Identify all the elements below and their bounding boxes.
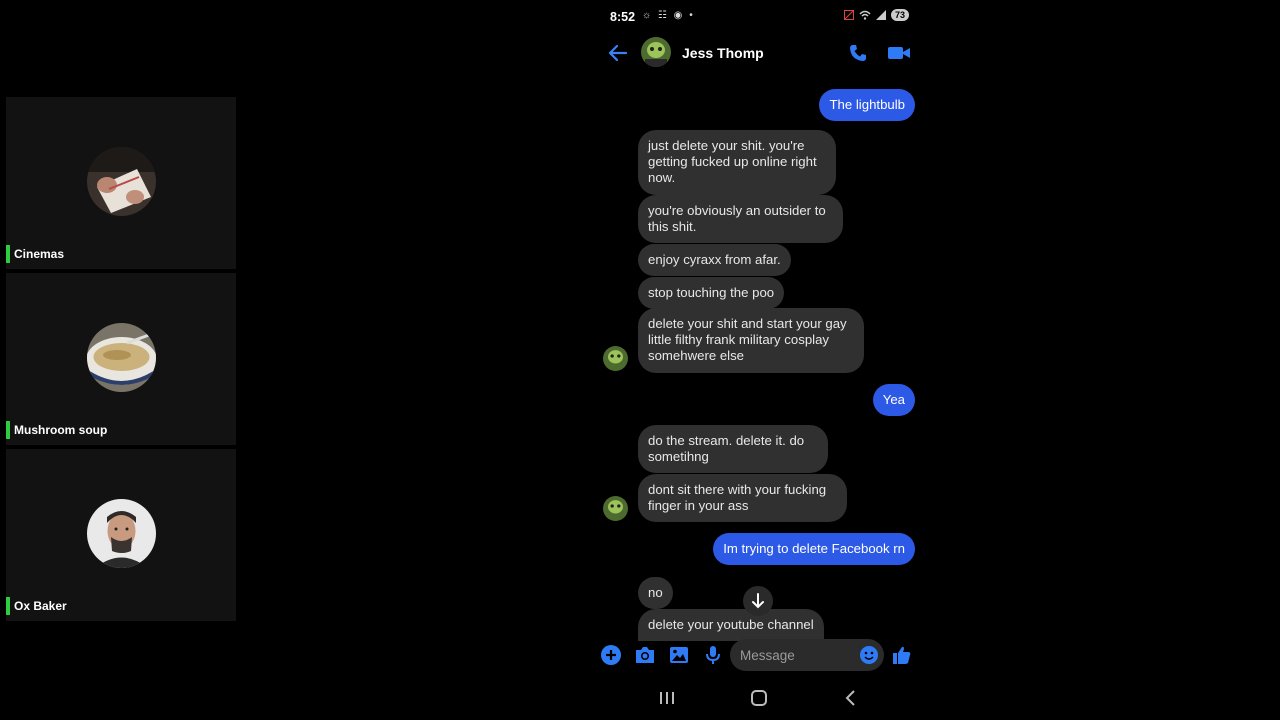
participant-avatar [87, 323, 156, 392]
status-bar: 8:52 ☼ ☷ ◉ • 73 [594, 3, 923, 31]
phone-screen: 8:52 ☼ ☷ ◉ • 73 Jess Thomp The lightbulb… [594, 3, 923, 717]
participant-tile-ox-baker[interactable]: Ox Baker [6, 449, 236, 621]
wifi-icon [859, 10, 871, 20]
participant-avatar [87, 499, 156, 568]
camera-icon[interactable] [634, 644, 656, 666]
gallery-icon[interactable] [668, 644, 690, 666]
recent-apps-icon[interactable] [656, 687, 678, 709]
back-arrow-icon[interactable] [608, 43, 628, 63]
message-bubble-incoming[interactable]: dont sit there with your fucking finger … [638, 474, 847, 523]
message-bubble-incoming[interactable]: you're obviously an outsider to this shi… [638, 195, 843, 244]
participant-name: Cinemas [6, 245, 64, 263]
contact-name[interactable]: Jess Thomp [682, 45, 764, 61]
message-bubble-incoming[interactable]: stop touching the poo [638, 277, 785, 310]
emoji-icon[interactable] [858, 644, 880, 666]
thumbs-up-icon[interactable] [891, 644, 913, 666]
conversation-header: Jess Thomp [594, 33, 923, 77]
video-call-icon[interactable] [887, 44, 911, 62]
message-bubble-incoming[interactable]: enjoy cyraxx from afar. [638, 244, 791, 277]
microphone-icon[interactable] [702, 644, 724, 666]
message-bubble-incoming[interactable]: no [638, 577, 673, 610]
message-bubble-incoming[interactable]: just delete your shit. you're getting fu… [638, 130, 836, 195]
plus-icon[interactable] [600, 644, 622, 666]
participant-avatar [87, 147, 156, 216]
battery-icon: 73 [890, 9, 909, 21]
sender-avatar [603, 346, 628, 371]
status-time: 8:52 [610, 10, 636, 24]
notification-icons: ☼ ☷ ◉ • [642, 10, 695, 21]
participant-tile-cinemas[interactable]: Cinemas [6, 97, 236, 269]
message-bubble-incoming[interactable]: do the stream. delete it. do sometihng [638, 425, 828, 474]
participant-name: Ox Baker [6, 597, 67, 615]
scroll-to-bottom-button[interactable] [743, 586, 773, 616]
signal-icon [875, 10, 886, 20]
message-bubble-outgoing[interactable]: Yea [872, 384, 915, 417]
android-navigation-bar [594, 679, 923, 717]
message-bubble-outgoing[interactable]: Im trying to delete Facebook rn [713, 533, 915, 566]
contact-avatar[interactable] [641, 37, 671, 67]
back-icon[interactable] [840, 687, 862, 709]
participant-tile-mushroom-soup[interactable]: Mushroom soup [6, 273, 236, 445]
message-bubble-outgoing[interactable]: The lightbulb [819, 89, 915, 122]
cast-icon [843, 10, 854, 20]
message-composer [594, 635, 923, 675]
participant-name: Mushroom soup [6, 421, 107, 439]
message-bubble-incoming[interactable]: delete your shit and start your gay litt… [638, 308, 864, 373]
system-icons: 73 [843, 9, 909, 21]
phone-call-icon[interactable] [848, 43, 868, 63]
sender-avatar [603, 496, 628, 521]
arrow-down-icon [752, 593, 764, 609]
home-icon[interactable] [748, 687, 770, 709]
